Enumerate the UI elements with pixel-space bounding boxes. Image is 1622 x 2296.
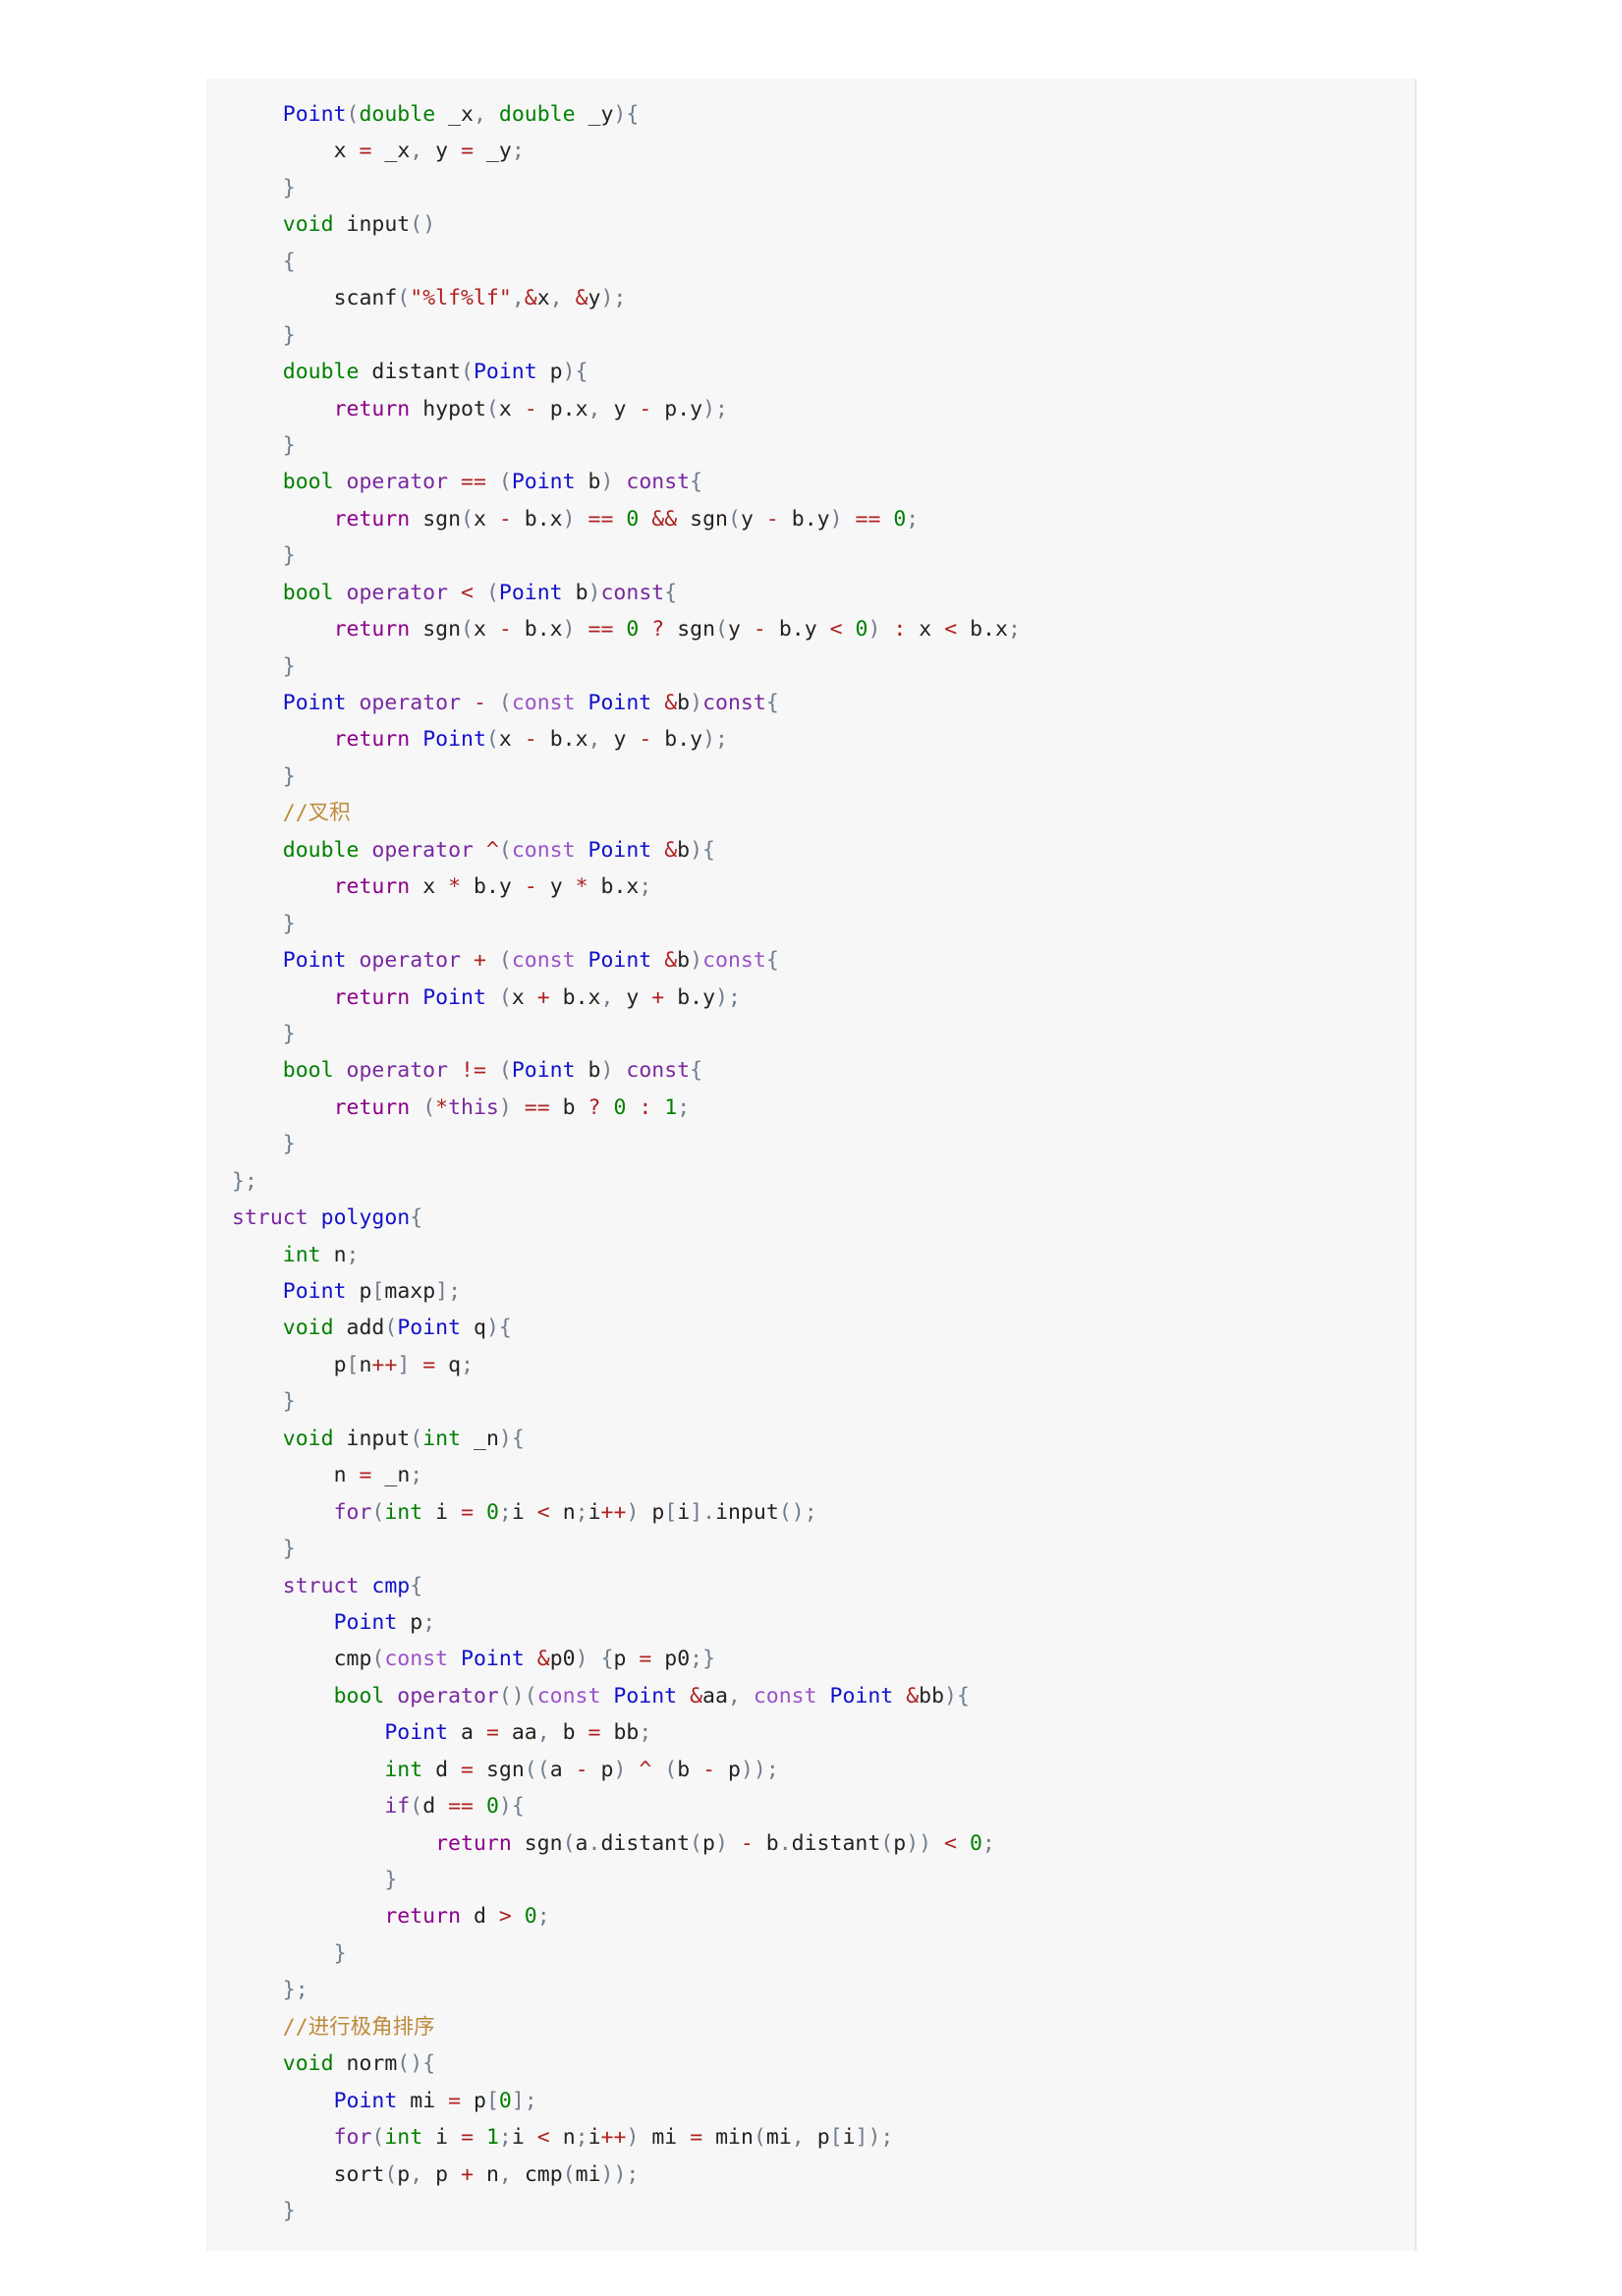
code-line: p[n++] = q; <box>333 1352 475 1377</box>
code-line: return sgn(a.distant(p) - b.distant(p)) … <box>435 1830 995 1856</box>
code-line-comment: //进行极角排序 <box>207 2009 1415 2045</box>
code-line: scanf("%lf%lf",&x, &y); <box>333 286 627 311</box>
code-line: for(int i = 1;i < n;i++) mi = min(mi, p[… <box>333 2125 894 2151</box>
code-line: void norm(){ <box>282 2051 436 2077</box>
code-line: cmp(const Point &p0) {p = p0;} <box>333 1647 716 1672</box>
code-line: struct polygon{ <box>232 1205 423 1231</box>
code-line: } <box>282 1021 296 1046</box>
code-line: for(int i = 0;i < n;i++) p[i].input(); <box>333 1499 817 1525</box>
code-line: double operator ^(const Point &b){ <box>282 837 715 863</box>
code-block: Point(double _x, double _y){ x = _x, y =… <box>206 79 1417 2252</box>
token-punct: ( <box>346 102 360 127</box>
code-line: Point p; <box>333 1609 436 1635</box>
code-line: Point p[maxp]; <box>282 1279 462 1304</box>
token-type: Point <box>282 102 347 127</box>
token-punct: , <box>473 102 486 127</box>
code-line: }; <box>282 1978 308 2003</box>
code-line: double distant(Point p){ <box>282 360 588 385</box>
code-listing: Point(double _x, double _y){ x = _x, y =… <box>207 96 1415 2229</box>
code-line: } <box>282 1389 296 1415</box>
code-line: } <box>282 1537 296 1562</box>
code-line: Point(double _x, double _y){ <box>207 96 1415 133</box>
code-line: } <box>282 1132 296 1157</box>
token-ident: _y <box>587 102 614 127</box>
code-line: struct cmp{ <box>282 1573 423 1598</box>
code-line: } <box>282 2198 296 2223</box>
code-line: Point a = aa, b = bb; <box>384 1720 652 1746</box>
code-line: bool operator == (Point b) const{ <box>282 470 703 495</box>
code-line: return (*this) == b ? 0 : 1; <box>333 1094 691 1120</box>
code-line: int d = sgn((a - p) ^ (b - p)); <box>384 1757 779 1782</box>
token-keyword: double <box>498 102 576 127</box>
code-line: return hypot(x - p.x, y - p.y); <box>333 396 728 421</box>
code-line: { <box>282 249 296 274</box>
code-line: } <box>333 1940 347 1966</box>
code-line: return d > 0; <box>384 1904 550 1930</box>
code-line: } <box>282 543 296 569</box>
code-line: } <box>282 175 296 200</box>
code-line: if(d == 0){ <box>384 1794 525 1820</box>
code-line: Point mi = p[0]; <box>333 2088 537 2113</box>
code-line: } <box>282 322 296 348</box>
code-line: }; <box>232 1168 257 1194</box>
code-line: } <box>384 1868 398 1892</box>
code-line: return sgn(x - b.x) == 0 ? sgn(y - b.y <… <box>333 617 1021 643</box>
code-line: return x * b.y - y * b.x; <box>333 874 652 900</box>
code-line: void input() <box>282 212 436 238</box>
code-line: bool operator < (Point b)const{ <box>282 580 678 605</box>
code-line: sort(p, p + n, cmp(mi)); <box>333 2161 640 2187</box>
code-line: x = _x, y = _y; <box>333 139 525 164</box>
code-line: return Point (x + b.x, y + b.y); <box>333 984 741 1010</box>
code-line: void add(Point q){ <box>282 1316 512 1341</box>
code-line: } <box>282 763 296 789</box>
code-line: bool operator()(const Point &aa, const P… <box>333 1683 970 1708</box>
code-line-comment: //叉积 <box>207 795 1415 831</box>
comment-polar-sort: //进行极角排序 <box>282 2014 435 2040</box>
code-line: Point operator + (const Point &b)const{ <box>282 948 779 974</box>
token-ident: _x <box>448 102 474 127</box>
code-line: int n; <box>282 1242 360 1267</box>
token-keyword: double <box>359 102 436 127</box>
code-line: } <box>282 653 296 679</box>
code-line: bool operator != (Point b) const{ <box>282 1058 703 1084</box>
code-line: Point operator - (const Point &b)const{ <box>282 691 779 715</box>
comment-cross-product: //叉积 <box>282 801 351 826</box>
code-line: } <box>282 432 296 458</box>
code-line: } <box>282 911 296 936</box>
code-line: return Point(x - b.x, y - b.y); <box>333 727 728 753</box>
code-line: n = _n; <box>333 1463 423 1488</box>
code-line: void input(int _n){ <box>282 1426 525 1451</box>
code-line: return sgn(x - b.x) == 0 && sgn(y - b.y)… <box>333 506 920 532</box>
page-root: Point(double _x, double _y){ x = _x, y =… <box>0 0 1622 2296</box>
token-punct: ){ <box>613 102 640 127</box>
